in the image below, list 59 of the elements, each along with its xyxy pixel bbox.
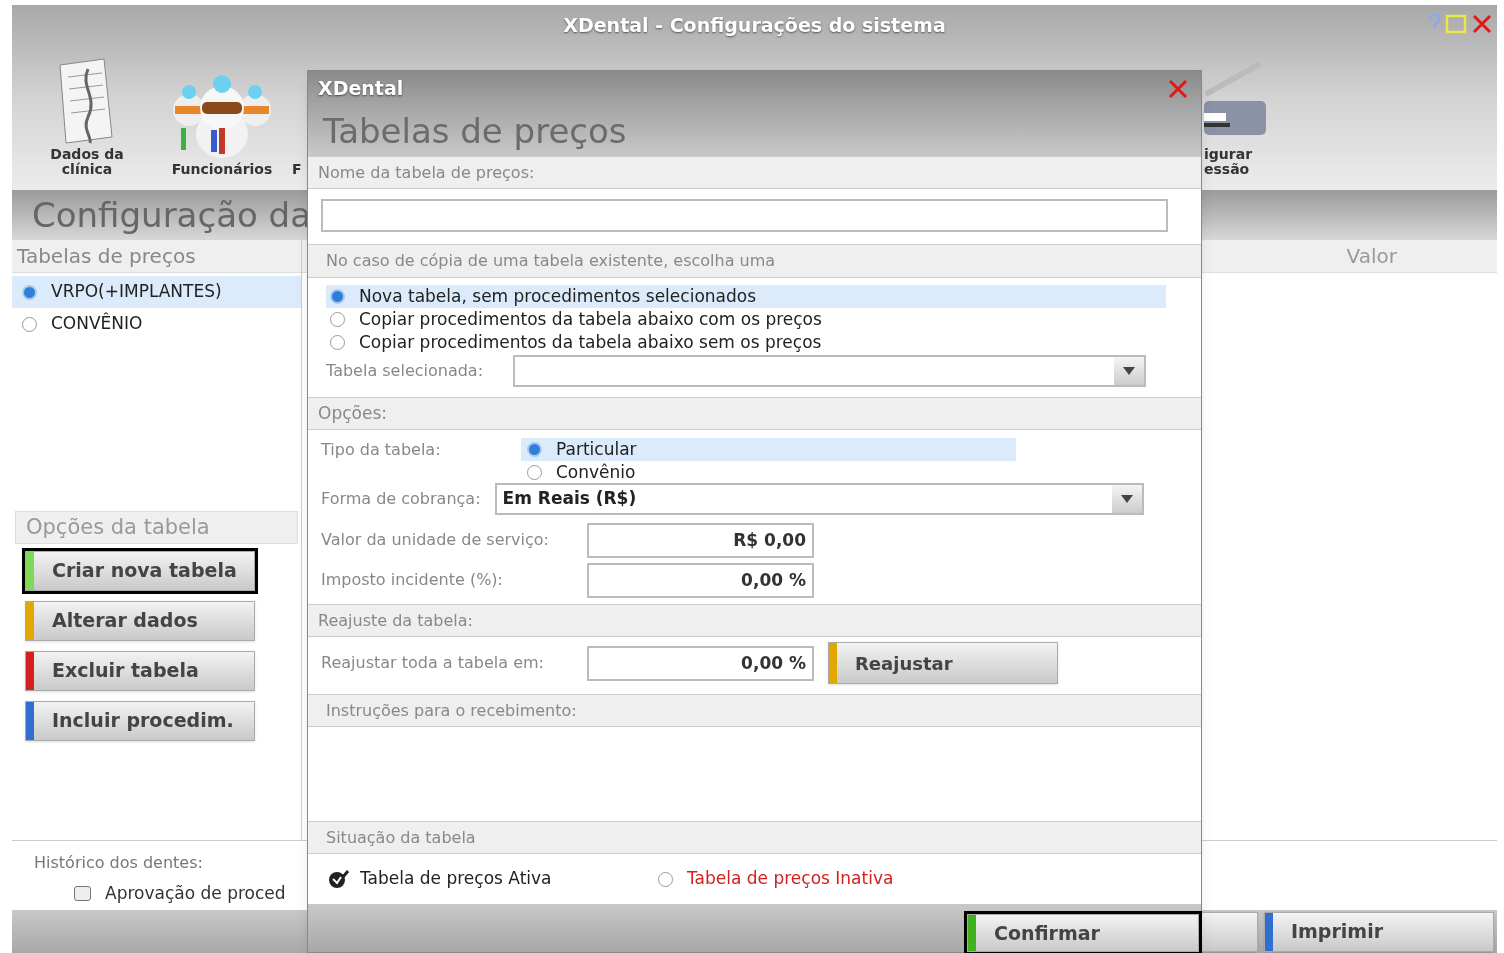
dropdown-arrow-icon (1122, 366, 1137, 376)
radio-button[interactable] (330, 312, 345, 327)
button[interactable]: Reajustar (828, 642, 1058, 684)
input-field[interactable] (321, 198, 1168, 232)
dropdown[interactable] (513, 355, 1147, 387)
radio-button[interactable] (22, 284, 37, 300)
button[interactable]: Excluir tabela (25, 650, 255, 691)
dropdown-arrow-icon (1119, 494, 1134, 504)
section-header: Instruções para o recebimento: (308, 694, 1201, 727)
list-item[interactable]: VRPO(+IMPLANTES) (12, 276, 301, 308)
radio-option[interactable]: Copiar procedimentos da tabela abaixo com os preços (326, 308, 1166, 331)
radio-button[interactable] (658, 871, 673, 887)
checkbox-row[interactable]: Tabela de preços Ativa (328, 866, 658, 892)
dialog-title: XDental (318, 76, 404, 102)
radio-button[interactable] (22, 316, 37, 332)
radio-button[interactable] (527, 465, 542, 480)
radio-button[interactable] (330, 289, 345, 304)
radio-option[interactable]: Particular (521, 438, 1016, 461)
radio-option[interactable]: Convênio (521, 461, 1016, 484)
field-label: Forma de cobrança: (321, 488, 481, 510)
section-header: Nome da tabela de preços: (308, 156, 1201, 189)
toolbar-button[interactable]: Dados da clínica (22, 57, 152, 177)
section-header: Situação da tabela (308, 821, 1201, 854)
section-header: No caso de cópia de uma tabela existente, escolha uma (308, 244, 1201, 278)
section-header: Reajuste da tabela: (308, 604, 1201, 637)
radio-button[interactable] (527, 442, 542, 457)
window-title: XDental - Configurações do sistema (563, 12, 946, 38)
button[interactable]: Alterar dados (25, 600, 255, 641)
toolbar-button[interactable]: Funcionários (152, 72, 292, 177)
radio-option[interactable]: Nova tabela, sem procedimentos selecionados (326, 285, 1166, 308)
input-field[interactable]: 0,00 % (587, 645, 814, 681)
button[interactable]: Criar nova tabela (25, 550, 255, 591)
toolbar-button[interactable]: igurar essão (1204, 57, 1270, 177)
column-header: Valor (1346, 243, 1397, 270)
checkmark-icon[interactable] (328, 869, 350, 889)
input-field[interactable]: R$ 0,00 (587, 522, 814, 558)
field-label: Reajustar toda a tabela em: (321, 652, 545, 674)
checkbox[interactable] (74, 886, 91, 902)
button[interactable]: Imprimir (1264, 911, 1494, 952)
list-item[interactable]: CONVÊNIO (12, 308, 301, 340)
button[interactable]: Incluir procedim. (25, 700, 255, 741)
section-header: Opções da tabela (15, 510, 298, 544)
dialog-heading: Tabelas de preços (308, 106, 1201, 156)
section-header: Opções: (308, 397, 1201, 430)
label: Histórico dos dentes: (34, 852, 203, 874)
dropdown[interactable]: Em Reais (R$) (494, 483, 1144, 515)
close-icon (1471, 13, 1493, 35)
checkbox-row[interactable]: Aprovação de proced (34, 881, 286, 907)
input-field[interactable]: 0,00 % (587, 562, 814, 598)
field-label: Tipo da tabela: (321, 439, 442, 461)
radio-option[interactable]: Copiar procedimentos da tabela abaixo sem os preços (326, 331, 1166, 354)
field-label: Tabela selecionada: (326, 360, 484, 382)
radio-option[interactable]: Tabela de preços Inativa (658, 866, 894, 892)
button[interactable]: Confirmar (967, 914, 1199, 952)
maximize-icon (1445, 13, 1467, 35)
radio-button[interactable] (330, 335, 345, 350)
field-label: Valor da unidade de serviço: (321, 529, 550, 551)
section-header: Tabelas de preços (12, 240, 301, 273)
field-label: Imposto incidente (%): (321, 569, 504, 591)
